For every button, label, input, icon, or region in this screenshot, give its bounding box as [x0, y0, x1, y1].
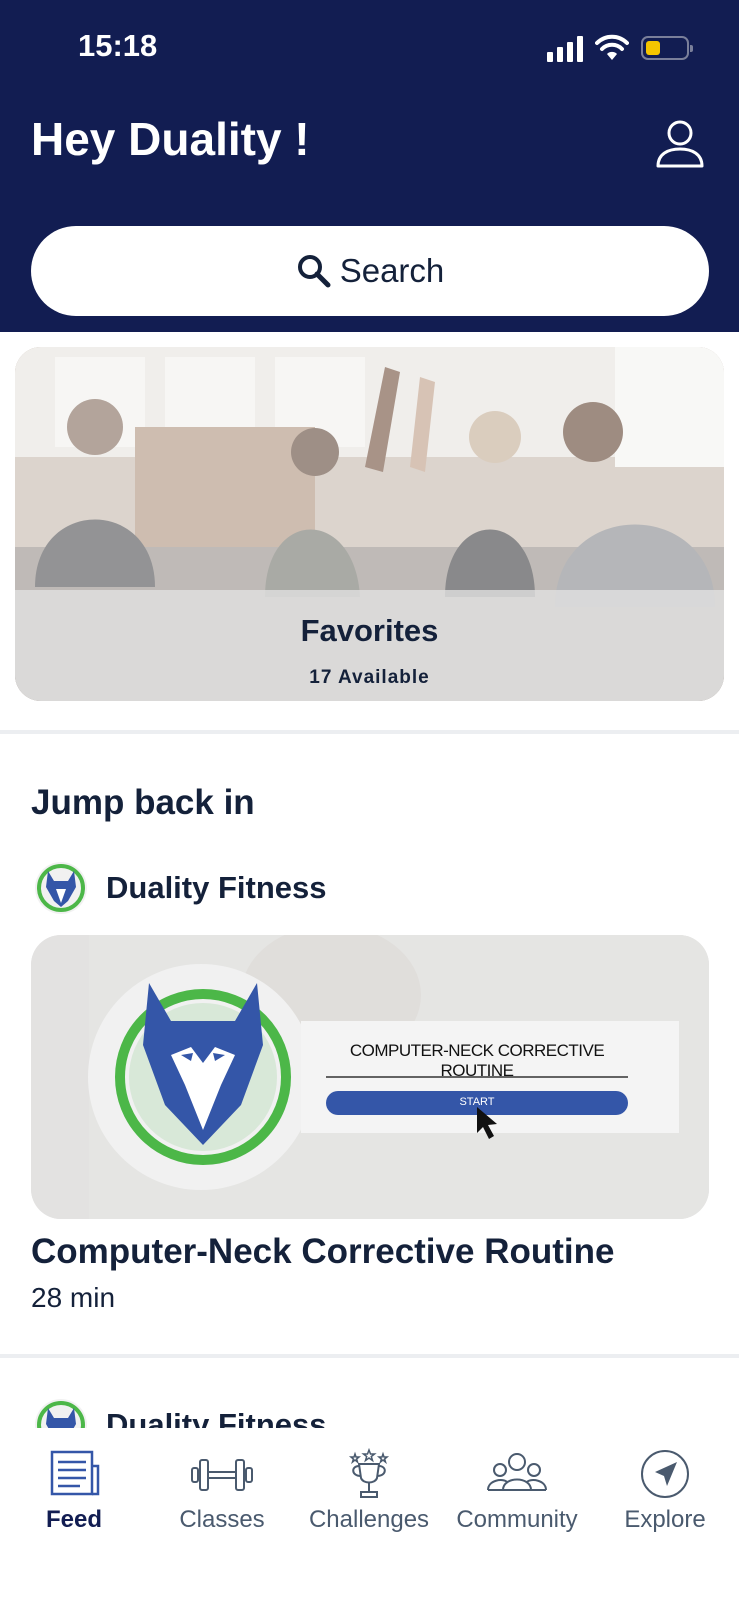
app-header: 15:18 Hey Duality ! Search	[0, 0, 739, 332]
nav-feed[interactable]: Feed	[0, 1448, 148, 1534]
thumbnail-heading: COMPUTER-NECK CORRECTIVE ROUTINE	[349, 1041, 605, 1080]
favorites-card[interactable]: Favorites	[15, 347, 724, 701]
compass-icon	[641, 1450, 689, 1498]
feed-icon	[50, 1450, 100, 1496]
search-label: Search	[339, 252, 445, 289]
studio-logo	[35, 862, 87, 914]
community-icon	[487, 1453, 547, 1491]
nav-label: Community	[456, 1506, 578, 1533]
nav-label: Classes	[179, 1506, 265, 1533]
wifi-icon	[595, 34, 629, 60]
section-divider	[0, 730, 739, 734]
battery-icon	[641, 36, 693, 60]
nav-explore[interactable]: Explore	[591, 1448, 739, 1534]
nav-label: Challenges	[308, 1506, 430, 1533]
favorites-title: Favorites	[300, 613, 439, 648]
greeting-title: Hey Duality !	[31, 113, 310, 165]
section-title-jump-back-in: Jump back in	[31, 783, 255, 822]
status-icons	[547, 34, 693, 62]
section-divider	[0, 1354, 739, 1358]
favorites-count: 17 Available	[309, 667, 430, 688]
thumbnail-start-label: START	[459, 1096, 495, 1108]
class-title[interactable]: Computer-Neck Corrective Routine	[31, 1232, 614, 1272]
search-icon	[297, 255, 331, 288]
bottom-nav: Feed Classes Challenges Community Explor…	[0, 1428, 739, 1600]
class-duration: 28 min	[31, 1282, 116, 1313]
nav-label: Explore	[624, 1506, 706, 1533]
nav-classes[interactable]: Classes	[148, 1448, 296, 1534]
dumbbell-icon	[191, 1459, 253, 1491]
studio-name: Duality Fitness	[106, 870, 327, 905]
nav-label: Feed	[45, 1506, 102, 1533]
signal-icon	[547, 34, 583, 62]
search-button[interactable]: Search	[31, 226, 709, 316]
nav-challenges[interactable]: Challenges	[295, 1448, 443, 1534]
profile-icon[interactable]	[655, 118, 705, 170]
status-time: 15:18	[78, 28, 158, 63]
nav-community[interactable]: Community	[443, 1448, 591, 1534]
class-thumbnail[interactable]: COMPUTER-NECK CORRECTIVE ROUTINE START	[31, 935, 709, 1219]
studio-row[interactable]: Duality Fitness	[34, 861, 327, 915]
trophy-icon	[348, 1448, 390, 1498]
